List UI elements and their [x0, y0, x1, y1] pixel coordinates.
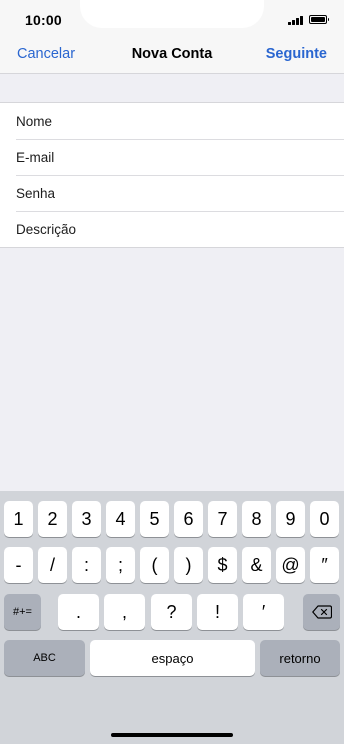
key-colon[interactable]: :: [72, 547, 101, 583]
key-question[interactable]: ?: [151, 594, 192, 630]
delete-key[interactable]: [303, 594, 340, 630]
cellular-signal-icon: [288, 15, 304, 25]
home-indicator[interactable]: [111, 733, 233, 737]
key-at[interactable]: @: [276, 547, 305, 583]
notch: [80, 0, 264, 28]
key-double-quote[interactable]: ″: [310, 547, 339, 583]
navigation-bar: Cancelar Nova Conta Seguinte: [0, 38, 344, 74]
name-field-row: [0, 103, 344, 139]
space-key[interactable]: espaço: [90, 640, 255, 676]
email-field[interactable]: [16, 139, 326, 175]
description-field-row: [0, 211, 344, 247]
key-apostrophe[interactable]: ′: [243, 594, 284, 630]
key-dollar[interactable]: $: [208, 547, 237, 583]
name-field[interactable]: [16, 103, 326, 139]
key-period[interactable]: .: [58, 594, 99, 630]
key-ampersand[interactable]: &: [242, 547, 271, 583]
email-field-row: [0, 139, 344, 175]
key-5[interactable]: 5: [140, 501, 169, 537]
key-hyphen[interactable]: -: [4, 547, 33, 583]
key-4[interactable]: 4: [106, 501, 135, 537]
account-form: [0, 102, 344, 248]
key-2[interactable]: 2: [38, 501, 67, 537]
key-0[interactable]: 0: [310, 501, 339, 537]
abc-key[interactable]: ABC: [4, 640, 85, 676]
key-8[interactable]: 8: [242, 501, 271, 537]
key-open-paren[interactable]: (: [140, 547, 169, 583]
key-1[interactable]: 1: [4, 501, 33, 537]
return-key[interactable]: retorno: [260, 640, 340, 676]
status-time: 10:00: [25, 12, 62, 28]
symbols-toggle-key[interactable]: #+=: [4, 594, 41, 630]
key-semicolon[interactable]: ;: [106, 547, 135, 583]
password-field[interactable]: [16, 175, 326, 211]
key-6[interactable]: 6: [174, 501, 203, 537]
key-comma[interactable]: ,: [104, 594, 145, 630]
key-slash[interactable]: /: [38, 547, 67, 583]
keyboard: 1 2 3 4 5 6 7 8 9 0 - / : ; ( ) $ & @ ″ …: [0, 491, 344, 744]
next-button[interactable]: Seguinte: [266, 46, 327, 62]
battery-icon: [309, 15, 329, 24]
password-field-row: [0, 175, 344, 211]
new-account-screen: 10:00 Cancelar Nova Conta Seguinte Nome …: [0, 0, 344, 744]
description-field[interactable]: [16, 211, 326, 247]
key-close-paren[interactable]: ): [174, 547, 203, 583]
status-bar: 10:00: [0, 0, 344, 38]
backspace-icon: [311, 605, 332, 619]
key-3[interactable]: 3: [72, 501, 101, 537]
key-7[interactable]: 7: [208, 501, 237, 537]
key-9[interactable]: 9: [276, 501, 305, 537]
key-exclamation[interactable]: !: [197, 594, 238, 630]
